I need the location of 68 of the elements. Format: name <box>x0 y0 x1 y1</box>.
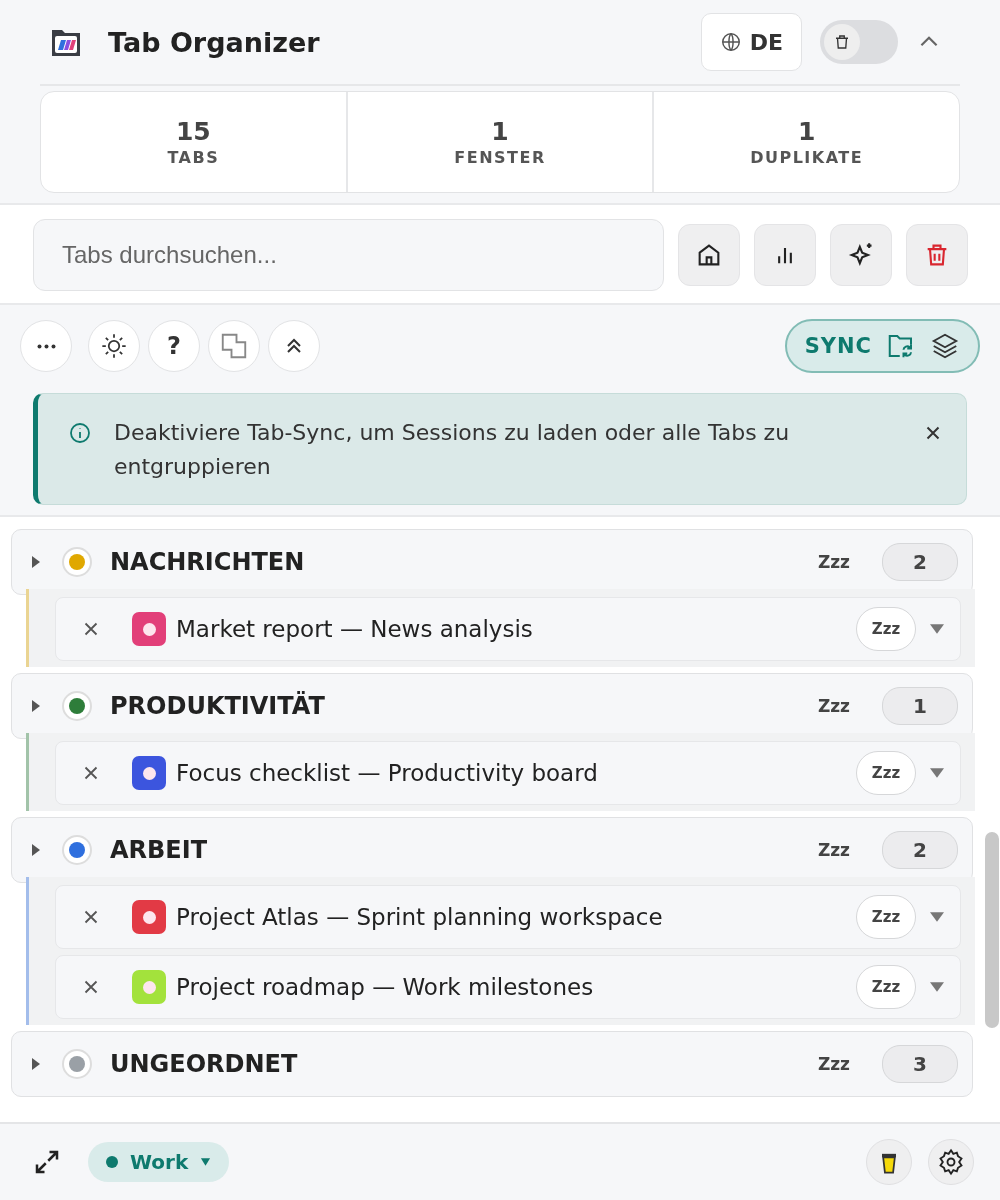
tab-title: Project roadmap — Work milestones <box>176 974 594 1000</box>
overlapping-squares-icon <box>219 331 249 361</box>
coffee-cup-button[interactable] <box>866 1139 912 1185</box>
group-header[interactable]: PRODUKTIVITÄT Zzz 1 <box>11 673 973 739</box>
dots-icon <box>36 343 56 349</box>
tab-item[interactable]: Project Atlas — Sprint planning workspace Zzz <box>55 885 961 949</box>
tab-item[interactable]: Project roadmap — Work milestones Zzz <box>55 955 961 1019</box>
expand-triangle-icon[interactable] <box>30 1056 42 1072</box>
stat-value: 1 <box>797 117 816 146</box>
sync-button[interactable]: SYNC <box>784 319 980 373</box>
info-icon <box>68 421 92 445</box>
expand-triangle-icon[interactable] <box>30 698 42 714</box>
scrollbar-thumb[interactable] <box>985 832 999 1028</box>
group-header[interactable]: NACHRICHTEN Zzz 2 <box>11 529 973 595</box>
tab-count-badge: 3 <box>882 1045 958 1083</box>
group-name: ARBEIT <box>110 836 208 864</box>
layers-icon <box>930 331 960 361</box>
tab-count-badge: 2 <box>882 543 958 581</box>
sun-icon <box>100 332 128 360</box>
sleep-group-button[interactable]: Zzz <box>817 552 850 572</box>
group-name: PRODUKTIVITÄT <box>110 692 325 720</box>
group-header[interactable]: ARBEIT Zzz 2 <box>11 817 973 883</box>
settings-button[interactable] <box>928 1139 974 1185</box>
trash-toggle[interactable] <box>820 20 898 64</box>
tab-item[interactable]: Market report — News analysis Zzz <box>55 597 961 661</box>
caret-icon[interactable] <box>930 982 944 992</box>
caret-icon[interactable] <box>930 768 944 778</box>
stat-label: FENSTER <box>454 148 546 167</box>
expand-triangle-icon[interactable] <box>30 554 42 570</box>
app-title: Tab Organizer <box>108 26 320 58</box>
group-name: UNGEORDNET <box>110 1050 298 1078</box>
sparkle-button[interactable] <box>830 224 892 286</box>
expand-triangle-icon[interactable] <box>30 842 42 858</box>
sleep-group-button[interactable]: Zzz <box>817 1054 850 1074</box>
sleep-group-button[interactable]: Zzz <box>817 696 850 716</box>
sleep-group-button[interactable]: Zzz <box>817 840 850 860</box>
sleep-tab-button[interactable]: Zzz <box>856 751 916 795</box>
stat-label: DUPLIKATE <box>750 148 864 167</box>
sleep-tab-button[interactable]: Zzz <box>856 895 916 939</box>
caret-icon[interactable] <box>930 912 944 922</box>
collapse-all-button[interactable] <box>268 320 320 372</box>
group-header[interactable]: UNGEORDNET Zzz 3 <box>11 1031 973 1097</box>
banner-text: Deaktiviere Tab-Sync, um Sessions zu laden oder alle Tabs zu entgruppieren <box>114 419 791 481</box>
tab-title: Focus checklist — Productivity board <box>176 760 598 786</box>
tab-count-badge: 2 <box>882 831 958 869</box>
help-button[interactable]: ? <box>148 320 200 372</box>
tab-count-badge: 1 <box>882 687 958 725</box>
theme-button[interactable] <box>88 320 140 372</box>
workspace-selector[interactable]: Work <box>88 1142 230 1182</box>
stat-label: TABS <box>167 148 220 167</box>
stat-value: 1 <box>491 117 509 146</box>
group-name: NACHRICHTEN <box>110 548 305 576</box>
tab-title: Market report — News analysis <box>176 616 533 642</box>
settings-icon <box>937 1148 965 1176</box>
sleep-tab-button[interactable]: Zzz <box>856 965 916 1009</box>
language-button[interactable]: DE <box>700 13 802 71</box>
trash-icon <box>833 33 851 51</box>
windows-button[interactable] <box>208 320 260 372</box>
stat-value: 15 <box>175 117 211 146</box>
home-button[interactable] <box>678 224 740 286</box>
caret-icon[interactable] <box>930 624 944 634</box>
tab-item[interactable]: Focus checklist — Productivity board Zzz <box>55 741 961 805</box>
search-field[interactable]: Tabs durchsuchen... <box>33 219 664 291</box>
caret-icon <box>200 1158 212 1166</box>
sleep-tab-button[interactable]: Zzz <box>856 607 916 651</box>
delete-button[interactable] <box>906 224 968 286</box>
tab-title: Project Atlas — Sprint planning workspace <box>176 904 663 930</box>
globe-icon <box>719 31 742 53</box>
